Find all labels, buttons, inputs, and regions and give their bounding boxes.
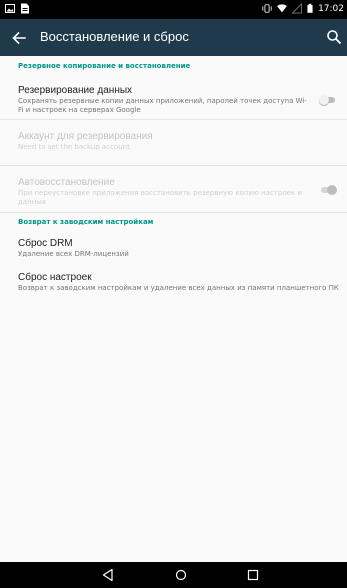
pref-summary: Возврат к заводским настройкам и удалени… — [18, 284, 339, 292]
page-title: Восстановление и сброс — [40, 29, 189, 44]
settings-list: Резервное копирование и восстановление Р… — [0, 56, 347, 562]
file-icon — [21, 3, 29, 14]
section-header-backup: Резервное копирование и восстановление — [18, 62, 191, 70]
backup-data-toggle[interactable] — [319, 95, 337, 105]
pref-backup-account: Аккаунт для резервирования Need to set t… — [0, 120, 347, 165]
pref-title: Резервирование данных — [18, 85, 133, 96]
nav-back-icon[interactable] — [101, 568, 115, 582]
status-bar-left — [5, 3, 30, 14]
signal-icon — [292, 3, 303, 14]
pref-title: Сброс DRM — [18, 238, 73, 249]
image-icon — [5, 4, 15, 13]
wifi-icon — [277, 4, 288, 13]
vibrate-icon — [262, 4, 272, 13]
navigation-bar — [0, 562, 347, 588]
battery-icon — [307, 3, 313, 13]
pref-title: Автовосстановление — [18, 177, 115, 188]
pref-auto-restore: Автовосстановление При переустановке при… — [0, 166, 347, 212]
app-bar: Восстановление и сброс — [0, 19, 347, 56]
toggle-thumb — [327, 185, 337, 195]
pref-drm-reset[interactable]: Сброс DRM Удаление всех DRM-лицензий — [0, 232, 347, 268]
back-arrow-icon[interactable] — [9, 28, 29, 48]
section-header-factory: Возврат к заводским настройкам — [18, 218, 154, 226]
nav-recents-icon[interactable] — [246, 568, 260, 582]
status-bar-right: 17:02 — [262, 3, 344, 14]
pref-summary: Сохранять резервные копии данных приложе… — [18, 97, 307, 114]
search-icon[interactable] — [325, 28, 343, 46]
status-bar: 17:02 — [0, 0, 347, 19]
pref-title: Сброс настроек — [18, 272, 92, 283]
pref-factory-reset[interactable]: Сброс настроек Возврат к заводским настр… — [0, 268, 347, 308]
pref-summary: Удаление всех DRM-лицензий — [18, 250, 129, 258]
toggle-thumb — [319, 95, 329, 105]
nav-home-icon[interactable] — [174, 568, 188, 582]
pref-summary: Need to set the backup account — [18, 143, 130, 151]
status-time: 17:02 — [318, 3, 344, 14]
pref-backup-data[interactable]: Резервирование данных Сохранять резервны… — [0, 73, 347, 119]
pref-summary: При переустановке приложения восстановит… — [18, 189, 302, 206]
pref-title: Аккаунт для резервирования — [18, 131, 153, 142]
auto-restore-toggle — [319, 185, 337, 195]
